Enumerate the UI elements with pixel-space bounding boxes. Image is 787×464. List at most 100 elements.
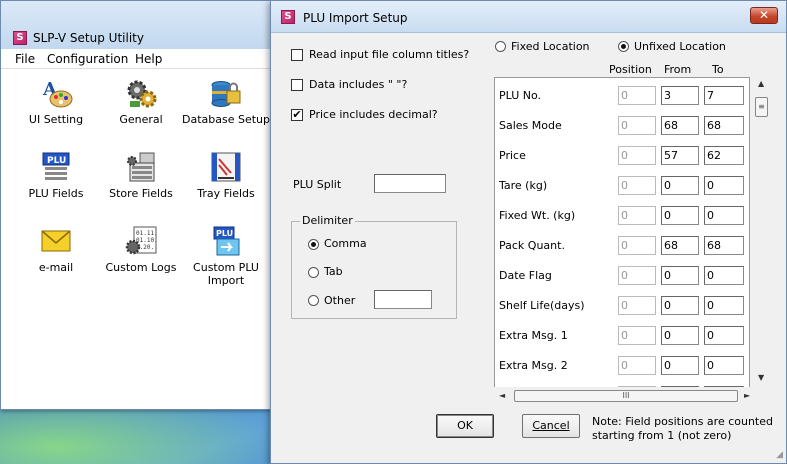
- read-titles-label: Read input file column titles?: [309, 48, 470, 61]
- svg-text:PLU: PLU: [216, 229, 233, 238]
- tile-custom-logs[interactable]: 01.11. 01.10. 2.20. Custom Logs: [96, 225, 186, 274]
- to-input[interactable]: 0: [704, 296, 744, 315]
- tile-plu-fields[interactable]: PLU PLU Fields: [11, 151, 101, 200]
- field-panel-vertical-scrollbar[interactable]: ▲ ≡ ▼: [750, 77, 775, 387]
- plu-split-label: PLU Split: [293, 178, 342, 191]
- resize-grip-icon[interactable]: ◢: [776, 450, 783, 460]
- unfixed-location-radio[interactable]: [618, 41, 629, 52]
- menu-file[interactable]: File: [15, 52, 35, 66]
- to-input[interactable]: 62: [704, 146, 744, 165]
- tray-fields-icon: [209, 151, 243, 183]
- store-fields-icon: [124, 151, 158, 183]
- to-input[interactable]: 0: [704, 326, 744, 345]
- scroll-down-icon[interactable]: ▼: [758, 373, 764, 382]
- custom-plu-import-icon: PLU: [209, 225, 243, 257]
- setup-utility-window: S SLP-V Setup Utility File Configuration…: [0, 0, 276, 410]
- tile-label: Custom PLU Import: [193, 261, 259, 287]
- cancel-button[interactable]: Cancel: [522, 414, 580, 438]
- from-input[interactable]: 0: [661, 206, 699, 225]
- to-input[interactable]: 7: [704, 86, 744, 105]
- svg-text:PLU: PLU: [47, 156, 66, 166]
- to-input[interactable]: 68: [704, 236, 744, 255]
- tile-ui-setting[interactable]: A UI Setting: [11, 77, 101, 126]
- field-row-label: Shelf Life(days): [499, 299, 585, 312]
- tile-email[interactable]: e-mail: [11, 225, 101, 274]
- from-input[interactable]: 68: [661, 236, 699, 255]
- general-gear-icon: [124, 77, 158, 109]
- tile-store-fields[interactable]: Store Fields: [96, 151, 186, 200]
- field-row-label: Date Flag: [499, 269, 552, 282]
- tile-label: UI Setting: [28, 113, 84, 126]
- close-icon: ✕: [758, 8, 770, 22]
- comma-label: Comma: [324, 237, 367, 250]
- field-position-panel: PLU No. 0 3 7 Sales Mode 0 68 68 Price 0…: [494, 77, 750, 405]
- plu-fields-icon: PLU: [39, 151, 73, 183]
- delimiter-legend: Delimiter: [300, 214, 355, 227]
- field-panel-horizontal-scrollbar[interactable]: ◄ III ►: [494, 387, 775, 405]
- delimiter-group: Delimiter Comma Tab Other: [291, 214, 457, 319]
- tile-label: PLU Fields: [28, 187, 84, 200]
- from-input[interactable]: 0: [661, 326, 699, 345]
- ui-setting-icon: A: [39, 77, 73, 109]
- plu-split-input[interactable]: [374, 174, 446, 193]
- tab-radio[interactable]: [308, 267, 319, 278]
- setup-utility-titlebar: S SLP-V Setup Utility: [1, 1, 275, 49]
- from-input[interactable]: 0: [661, 266, 699, 285]
- other-radio[interactable]: [308, 295, 319, 306]
- database-lock-icon: [209, 77, 243, 109]
- envelope-icon: [39, 225, 73, 257]
- fixed-location-radio[interactable]: [495, 41, 506, 52]
- scroll-left-icon[interactable]: ◄: [499, 391, 505, 400]
- tile-database-setup[interactable]: Database Setup: [181, 77, 271, 126]
- field-row-label: Tare (kg): [499, 179, 548, 192]
- column-header-from: From: [664, 63, 692, 76]
- ok-button[interactable]: OK: [436, 414, 494, 438]
- position-input: 0: [618, 146, 656, 165]
- from-input[interactable]: 0: [661, 176, 699, 195]
- unfixed-location-label: Unfixed Location: [634, 40, 726, 53]
- to-input[interactable]: 0: [704, 356, 744, 375]
- dialog-title: PLU Import Setup: [303, 11, 408, 25]
- other-label: Other: [324, 294, 356, 307]
- column-header-to: To: [712, 63, 724, 76]
- tile-general[interactable]: General: [96, 77, 186, 126]
- field-row-label: Extra Msg. 1: [499, 329, 568, 342]
- includes-quote-checkbox[interactable]: [291, 79, 303, 91]
- to-input[interactable]: 0: [704, 206, 744, 225]
- other-delimiter-input[interactable]: [374, 290, 432, 309]
- from-input[interactable]: 68: [661, 116, 699, 135]
- to-input[interactable]: 0: [704, 176, 744, 195]
- comma-radio[interactable]: [308, 239, 319, 250]
- field-row-label: PLU No.: [499, 89, 542, 102]
- position-input: 0: [618, 206, 656, 225]
- from-input[interactable]: 57: [661, 146, 699, 165]
- tile-label: Tray Fields: [197, 187, 255, 200]
- to-input[interactable]: 68: [704, 116, 744, 135]
- note-text-line1: Note: Field positions are counted: [592, 415, 773, 428]
- tile-tray-fields[interactable]: Tray Fields: [181, 151, 271, 200]
- menu-help[interactable]: Help: [135, 52, 162, 66]
- from-input[interactable]: 0: [661, 296, 699, 315]
- tab-label: Tab: [324, 265, 343, 278]
- to-input[interactable]: 0: [704, 266, 744, 285]
- vertical-scroll-thumb[interactable]: ≡: [755, 97, 768, 117]
- position-input: 0: [618, 356, 656, 375]
- tile-label: Custom Logs: [105, 261, 177, 274]
- scroll-right-icon[interactable]: ►: [744, 391, 750, 400]
- tile-custom-plu-import[interactable]: PLU Custom PLU Import: [181, 225, 271, 287]
- from-input[interactable]: 0: [661, 356, 699, 375]
- svg-text:01.11.: 01.11.: [136, 230, 158, 237]
- from-input[interactable]: 3: [661, 86, 699, 105]
- checkmark-icon: ✔: [292, 108, 302, 121]
- read-titles-checkbox[interactable]: [291, 49, 303, 61]
- tile-label: e-mail: [38, 261, 74, 274]
- field-row-label: Price: [499, 149, 526, 162]
- dialog-titlebar: S PLU Import Setup ✕: [271, 1, 786, 33]
- horizontal-scroll-thumb[interactable]: III: [514, 390, 738, 402]
- menu-configuration[interactable]: Configuration: [47, 52, 128, 66]
- close-button[interactable]: ✕: [750, 7, 778, 24]
- scroll-up-icon[interactable]: ▲: [758, 79, 764, 88]
- position-input: 0: [618, 236, 656, 255]
- fixed-location-label: Fixed Location: [511, 40, 590, 53]
- price-decimal-checkbox[interactable]: ✔: [291, 109, 303, 121]
